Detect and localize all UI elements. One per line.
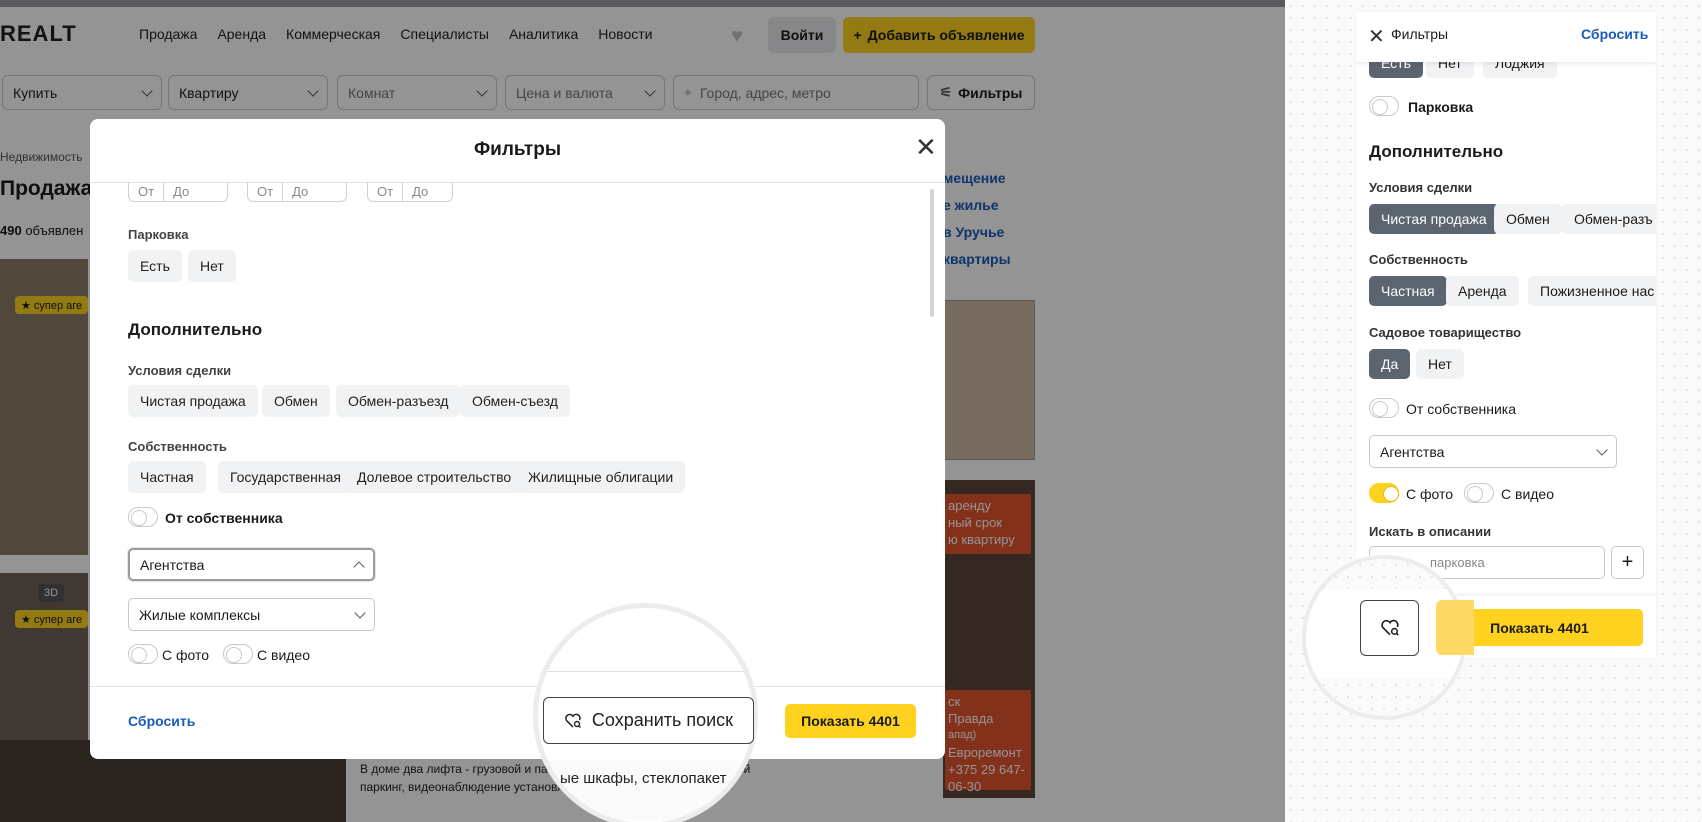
photo-label: С фото (162, 647, 210, 663)
ownership-chip-private[interactable]: Частная (128, 461, 206, 493)
close-icon[interactable]: ✕ (915, 134, 937, 160)
photo-toggle[interactable] (128, 644, 158, 664)
deal-chip-exchange-split[interactable]: Обмен-разъ (1562, 204, 1656, 234)
ownership-label: Собственность (128, 439, 227, 454)
from-owner-label: От собственника (165, 510, 283, 526)
section-heading: Дополнительно (128, 320, 263, 339)
section-heading: Дополнительно (1369, 142, 1504, 161)
panel-header: ✕ Фильтры Сбросить (1356, 12, 1656, 62)
deal-chip-exchange[interactable]: Обмен (262, 385, 330, 417)
ownership-chip-lifetime[interactable]: Пожизненное нас (1528, 276, 1656, 306)
reset-link[interactable]: Сбросить (128, 713, 195, 729)
from-owner-label: От собственника (1406, 401, 1516, 417)
video-toggle[interactable] (1464, 483, 1494, 503)
complexes-dropdown[interactable]: Жилые комплексы (128, 598, 375, 631)
range-input[interactable]: От До (247, 182, 347, 202)
range-to[interactable]: До (282, 182, 317, 201)
chevron-up-icon (353, 560, 365, 573)
parking-label: Парковка (128, 227, 189, 242)
show-results-button[interactable]: Показать 4401 (785, 704, 916, 738)
range-from[interactable]: От (129, 182, 163, 201)
video-label: С видео (257, 647, 310, 663)
close-icon[interactable]: ✕ (1368, 24, 1385, 49)
panel-reset-link[interactable]: Сбросить (1581, 26, 1648, 42)
range-to[interactable]: До (402, 182, 437, 201)
magnified-background (1306, 559, 1463, 589)
divider (90, 686, 945, 687)
deal-chip-exchange-split[interactable]: Обмен-разъезд (336, 385, 461, 417)
save-search-label: Сохранить поиск (591, 710, 734, 730)
from-owner-toggle[interactable] (128, 507, 158, 527)
parking-no-chip[interactable]: Нет (188, 250, 236, 282)
panel-title: Фильтры (1391, 26, 1449, 42)
range-from[interactable]: От (248, 182, 282, 201)
ownership-chip-rent[interactable]: Аренда (1446, 276, 1519, 306)
complexes-value: Жилые комплексы (139, 606, 261, 623)
description-search-label: Искать в описании (1369, 524, 1492, 539)
photo-toggle[interactable] (1369, 483, 1399, 503)
parking-yes-chip[interactable]: Есть (128, 250, 182, 282)
ownership-chip-state[interactable]: Государственная (218, 461, 354, 493)
deal-chip-clean-sale[interactable]: Чистая продажа (128, 385, 258, 417)
deal-conditions-label: Условия сделки (1369, 180, 1473, 195)
range-input[interactable]: От До (128, 182, 228, 202)
filters-modal: Фильтры ✕ От До От До От До Парковка Есть Н… (90, 119, 945, 759)
garden-no-chip[interactable]: Нет (1416, 349, 1464, 379)
video-toggle[interactable] (223, 644, 253, 664)
garden-label: Садовое товарищество (1369, 325, 1522, 340)
agencies-dropdown[interactable]: Агентства (1369, 435, 1617, 468)
save-search-button[interactable]: Сохранить поиск (543, 697, 754, 744)
video-label: С видео (1501, 486, 1554, 502)
magnified-background (1306, 679, 1463, 716)
magnified-content (538, 760, 753, 820)
deal-chip-exchange-merge[interactable]: Обмен-съезд (460, 385, 570, 417)
magnified-button-edge (1436, 600, 1474, 655)
range-from[interactable]: От (368, 182, 402, 201)
parking-toggle-label: Парковка (1408, 99, 1474, 115)
magnified-text: ые шкафы, стеклопакет (560, 770, 727, 787)
modal-title: Фильтры (473, 139, 562, 160)
garden-yes-chip[interactable]: Да (1369, 349, 1411, 379)
from-owner-toggle[interactable] (1369, 398, 1399, 418)
ownership-chip-private[interactable]: Частная (1369, 276, 1447, 306)
agencies-value: Агентства (1380, 443, 1445, 460)
save-search-icon-button[interactable] (1360, 600, 1419, 656)
ownership-chip-bonds[interactable]: Жилищные облигации (516, 461, 686, 493)
ownership-chip-shared[interactable]: Долевое строительство (345, 461, 524, 493)
heart-search-icon (1380, 619, 1399, 636)
photo-label: С фото (1406, 486, 1454, 502)
deal-conditions-label: Условия сделки (128, 363, 232, 378)
agencies-dropdown[interactable]: Агентства (128, 548, 375, 581)
parking-toggle[interactable] (1369, 96, 1399, 116)
range-to[interactable]: До (163, 182, 198, 201)
heart-search-icon (565, 713, 581, 728)
scrollbar[interactable] (930, 189, 934, 317)
add-keyword-button[interactable]: + (1611, 546, 1644, 579)
chevron-down-icon (1596, 443, 1608, 456)
divider (538, 671, 753, 672)
deal-chip-exchange[interactable]: Обмен (1494, 204, 1562, 234)
ownership-label: Собственность (1369, 252, 1468, 267)
chevron-down-icon (354, 606, 366, 619)
range-input[interactable]: От До (367, 182, 453, 202)
deal-chip-clean-sale[interactable]: Чистая продажа (1369, 204, 1499, 234)
agencies-value: Агентства (140, 556, 205, 573)
